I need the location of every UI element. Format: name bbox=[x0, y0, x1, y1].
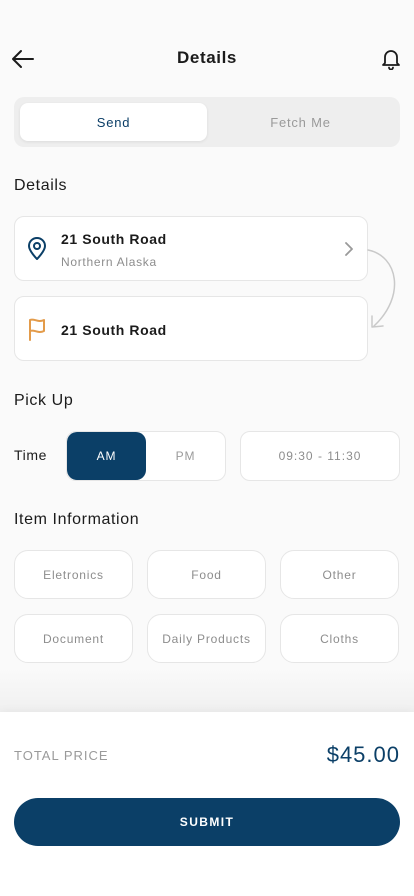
am-option[interactable]: AM bbox=[67, 432, 146, 480]
submit-button[interactable]: SUBMIT bbox=[14, 798, 400, 846]
notifications-button[interactable] bbox=[378, 46, 404, 72]
am-pm-toggle: AM PM bbox=[66, 431, 226, 481]
details-section-label: Details bbox=[14, 177, 68, 194]
time-range-select[interactable]: 09:30 - 11:30 bbox=[240, 431, 400, 481]
destination-address-card[interactable]: 21 South Road bbox=[14, 296, 368, 361]
bell-icon bbox=[382, 50, 400, 70]
total-price-value: $45.00 bbox=[326, 742, 400, 767]
flag-icon bbox=[25, 317, 49, 341]
page-title: Details bbox=[177, 48, 237, 67]
destination-address-title: 21 South Road bbox=[61, 322, 167, 338]
chevron-right-icon bbox=[341, 240, 357, 258]
checkout-panel: TOTAL PRICE $45.00 SUBMIT bbox=[0, 712, 414, 896]
origin-address-card[interactable]: 21 South Road Northern Alaska bbox=[14, 216, 368, 281]
item-chip-document[interactable]: Document bbox=[14, 614, 133, 663]
pm-option[interactable]: PM bbox=[146, 432, 225, 480]
item-chip-electronics[interactable]: Eletronics bbox=[14, 550, 133, 599]
header: Details bbox=[0, 38, 414, 78]
time-label: Time bbox=[14, 447, 47, 463]
mode-tabs: Send Fetch Me bbox=[14, 97, 400, 147]
item-chip-cloths[interactable]: Cloths bbox=[280, 614, 399, 663]
origin-address-title: 21 South Road bbox=[61, 231, 167, 247]
item-chip-daily-products[interactable]: Daily Products bbox=[147, 614, 266, 663]
scroll-fade bbox=[0, 668, 414, 712]
location-pin-icon bbox=[25, 237, 49, 261]
details-screen: Details Send Fetch Me Details 21 South R… bbox=[0, 0, 414, 896]
tab-send[interactable]: Send bbox=[20, 103, 207, 141]
pickup-section-label: Pick Up bbox=[14, 392, 74, 409]
item-chip-food[interactable]: Food bbox=[147, 550, 266, 599]
tab-fetch-me[interactable]: Fetch Me bbox=[207, 103, 394, 141]
total-price-label: TOTAL PRICE bbox=[14, 748, 109, 763]
origin-address-subtitle: Northern Alaska bbox=[61, 255, 157, 269]
item-chip-other[interactable]: Other bbox=[280, 550, 399, 599]
item-category-grid: Eletronics Food Other Document Daily Pro… bbox=[14, 550, 400, 663]
item-information-label: Item Information bbox=[14, 511, 140, 528]
